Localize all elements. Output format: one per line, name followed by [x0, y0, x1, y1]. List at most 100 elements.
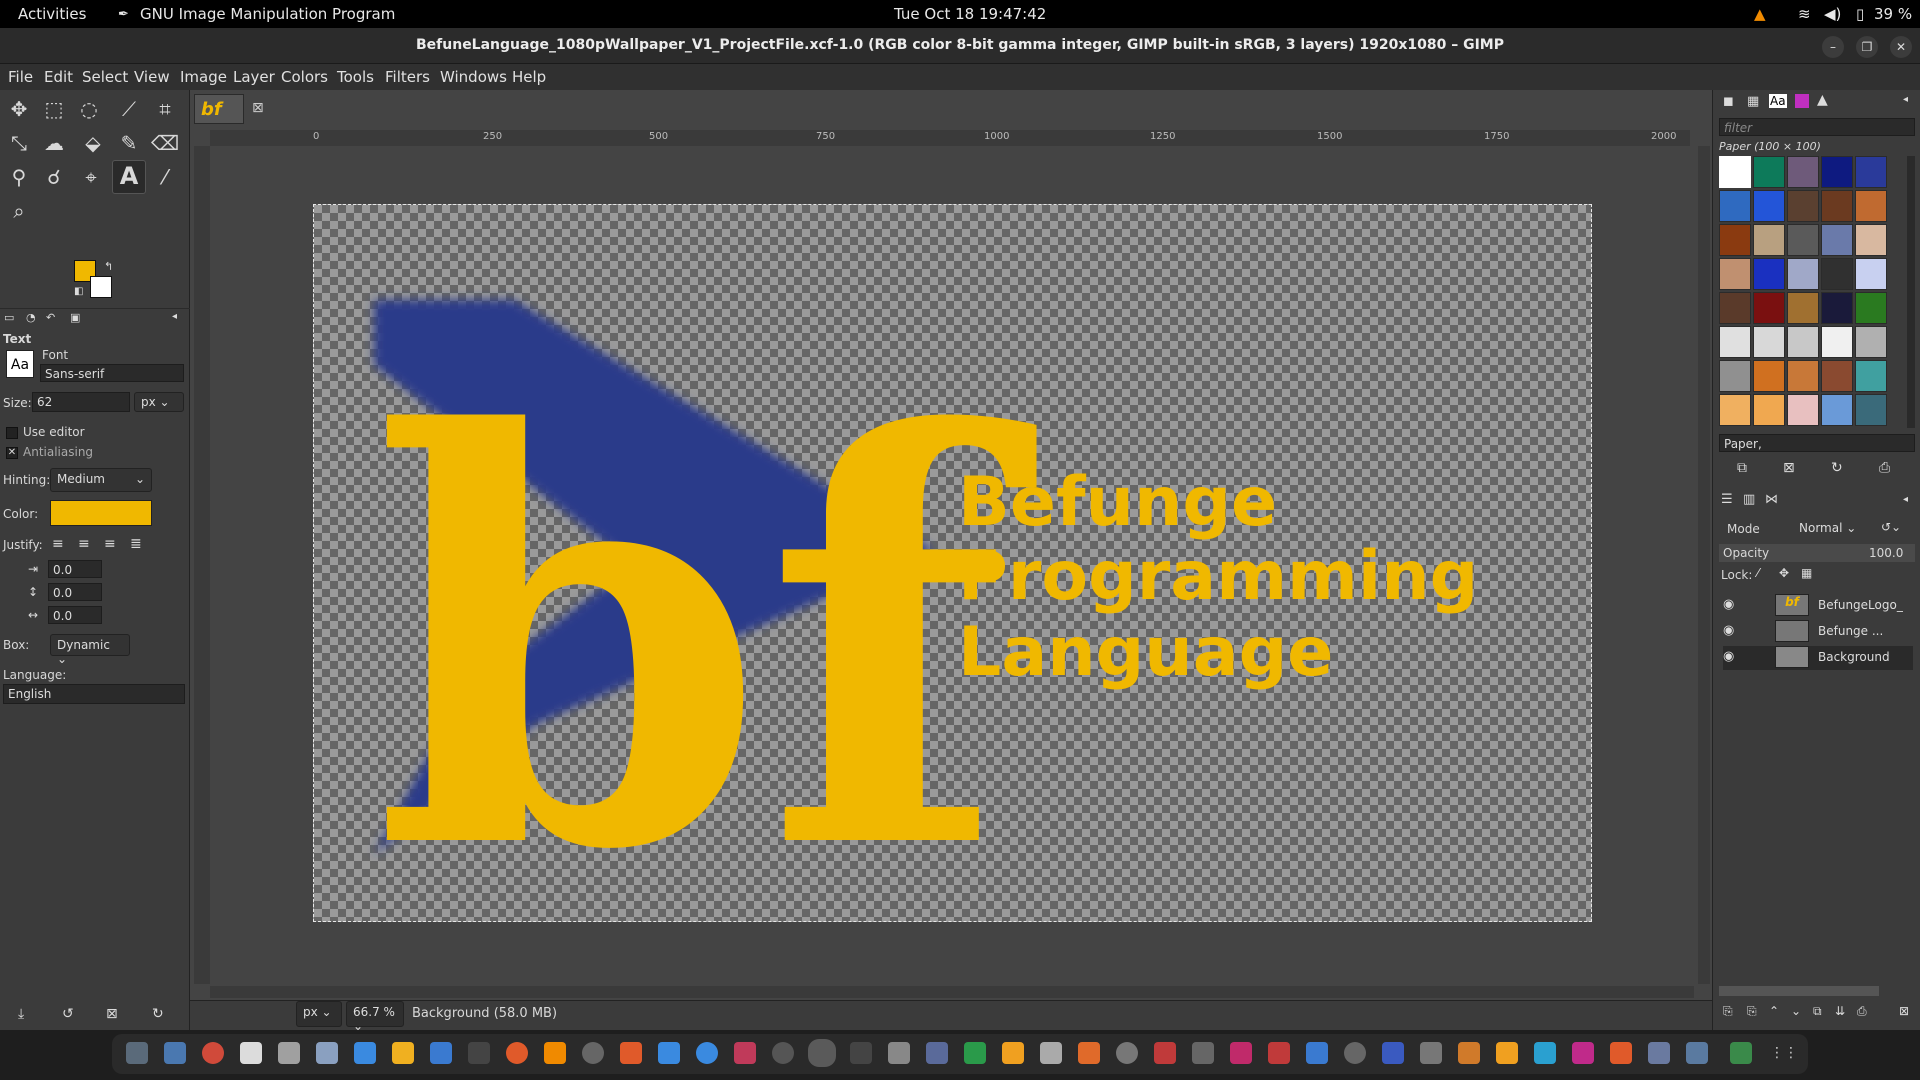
- battery-icon[interactable]: ▯: [1856, 5, 1864, 23]
- lock-position-icon[interactable]: ✥: [1779, 566, 1789, 580]
- drive-icon[interactable]: [1686, 1042, 1708, 1064]
- pattern-swatch[interactable]: [1787, 394, 1819, 426]
- new-layer-icon[interactable]: ⎘: [1723, 1004, 1733, 1019]
- vertical-scrollbar[interactable]: [1698, 146, 1710, 984]
- save-options-icon[interactable]: ⤓: [18, 1006, 24, 1022]
- delete-layer-icon[interactable]: ⊠: [1899, 1004, 1909, 1018]
- smudge-tool-icon[interactable]: ☌: [39, 162, 69, 192]
- lower-layer-icon[interactable]: ⌄: [1791, 1004, 1801, 1018]
- vlc-icon[interactable]: [544, 1042, 566, 1064]
- pattern-swatch[interactable]: [1855, 360, 1887, 392]
- impress-icon[interactable]: [1078, 1042, 1100, 1064]
- eye-icon[interactable]: ◉: [1723, 649, 1734, 664]
- pattern-swatch[interactable]: [1787, 224, 1819, 256]
- pattern-swatch[interactable]: [1821, 258, 1853, 290]
- justify-center-icon[interactable]: ≡: [104, 536, 116, 552]
- help-icon[interactable]: [696, 1042, 718, 1064]
- gimp-dock-icon[interactable]: [808, 1039, 836, 1067]
- pattern-swatch[interactable]: [1821, 394, 1853, 426]
- layer-mask-icon[interactable]: ⎙: [1857, 1004, 1867, 1019]
- layer-row[interactable]: ◉ bf BefungeLogo_: [1723, 594, 1913, 618]
- warning-icon[interactable]: ▲: [1754, 5, 1766, 23]
- notes-icon[interactable]: [240, 1042, 262, 1064]
- restore-options-icon[interactable]: ↺: [62, 1006, 74, 1022]
- box-select[interactable]: Dynamic ⌄: [50, 634, 130, 666]
- raise-layer-icon[interactable]: ⌃: [1769, 1004, 1779, 1018]
- open-pattern-icon[interactable]: ⎙: [1879, 460, 1890, 476]
- menu-help[interactable]: Help: [512, 68, 546, 86]
- eye-icon[interactable]: ◉: [1723, 597, 1734, 612]
- duplicate-pattern-icon[interactable]: ⧉: [1737, 460, 1747, 476]
- justify-left-icon[interactable]: ≡: [52, 536, 64, 552]
- layers-scrollbar[interactable]: [1719, 986, 1879, 996]
- lasso-tool-icon[interactable]: ◌: [74, 94, 104, 124]
- pattern-swatch[interactable]: [1787, 326, 1819, 358]
- reset-mode-icon[interactable]: ↺⌄: [1881, 520, 1901, 534]
- inkscape-icon[interactable]: [850, 1042, 872, 1064]
- pattern-swatch[interactable]: [1753, 190, 1785, 222]
- horizontal-ruler[interactable]: 0 250 500 750 1000 1250 1500 1750 2000: [210, 130, 1690, 146]
- page-icon[interactable]: [1040, 1042, 1062, 1064]
- paths-tab-icon[interactable]: ⋈: [1765, 492, 1778, 507]
- pattern-swatch[interactable]: [1719, 394, 1751, 426]
- channels-tab-icon[interactable]: ▥: [1743, 492, 1755, 507]
- pattern-swatch[interactable]: [1719, 156, 1751, 188]
- writer-icon[interactable]: [354, 1042, 376, 1064]
- configure-tab-icon[interactable]: ◂: [1903, 494, 1908, 505]
- folder-icon[interactable]: [1002, 1042, 1024, 1064]
- pattern-scrollbar[interactable]: [1907, 156, 1915, 428]
- warp-tool-icon[interactable]: ☁: [39, 128, 69, 158]
- swap-colors-icon[interactable]: ↰: [104, 260, 113, 273]
- configure-tab-icon[interactable]: ◂: [172, 311, 177, 322]
- volume-icon[interactable]: ◀): [1824, 5, 1841, 23]
- paintbrush-tool-icon[interactable]: ✎: [114, 128, 144, 158]
- eraser-tool-icon[interactable]: ⌫: [150, 128, 180, 158]
- maximize-button[interactable]: ❐: [1856, 36, 1878, 58]
- language-input[interactable]: English: [3, 684, 185, 704]
- tool-options-tab-icon[interactable]: ▭: [4, 311, 14, 324]
- pattern-swatch[interactable]: [1787, 156, 1819, 188]
- delete-pattern-icon[interactable]: ⊠: [1783, 460, 1795, 476]
- text-color-button[interactable]: [50, 500, 152, 526]
- pattern-swatch[interactable]: [1753, 224, 1785, 256]
- pattern-swatch[interactable]: [1855, 326, 1887, 358]
- bucket-fill-tool-icon[interactable]: ⬙: [78, 128, 108, 158]
- menu-view[interactable]: View: [134, 68, 170, 86]
- steam-icon[interactable]: [1344, 1042, 1366, 1064]
- justify-right-icon[interactable]: ≡: [78, 536, 90, 552]
- tweak-icon[interactable]: [1648, 1042, 1670, 1064]
- configure-tab-icon[interactable]: ◂: [1903, 94, 1908, 105]
- menu-edit[interactable]: Edit: [44, 68, 73, 86]
- vertical-ruler[interactable]: [194, 146, 210, 984]
- pattern-swatch[interactable]: [1787, 258, 1819, 290]
- pattern-swatch[interactable]: [1753, 292, 1785, 324]
- default-colors-icon[interactable]: ◧: [74, 286, 83, 297]
- refresh-patterns-icon[interactable]: ↻: [1831, 460, 1843, 476]
- layer-row-selected[interactable]: ◉ Background: [1723, 646, 1913, 670]
- mode-select[interactable]: Normal ⌄: [1793, 518, 1869, 540]
- minimize-button[interactable]: –: [1822, 36, 1844, 58]
- game-icon[interactable]: [1458, 1042, 1480, 1064]
- pattern-swatch[interactable]: [1787, 360, 1819, 392]
- image-canvas[interactable]: bf Befunge Programming Language: [313, 204, 1592, 923]
- pattern-swatch[interactable]: [1719, 224, 1751, 256]
- images-tab-icon[interactable]: ▣: [70, 311, 80, 324]
- brushes-tab-icon[interactable]: ◼: [1723, 94, 1734, 109]
- zoom-tool-icon[interactable]: ⌕: [4, 196, 34, 226]
- justify-fill-icon[interactable]: ≣: [130, 536, 142, 552]
- chat-icon[interactable]: [1496, 1042, 1518, 1064]
- move-tool-icon[interactable]: ✥: [4, 94, 34, 124]
- new-layer-group-icon[interactable]: ⎘: [1747, 1004, 1757, 1019]
- pattern-filter-input[interactable]: filter: [1719, 118, 1915, 136]
- app-menu[interactable]: GNU Image Manipulation Program: [140, 5, 395, 23]
- menu-select[interactable]: Select: [82, 68, 128, 86]
- rect-select-tool-icon[interactable]: ⬚: [39, 94, 69, 124]
- use-editor-checkbox[interactable]: [6, 427, 18, 439]
- pattern-swatch[interactable]: [1855, 258, 1887, 290]
- pattern-swatch[interactable]: [1855, 224, 1887, 256]
- duplicate-layer-icon[interactable]: ⧉: [1813, 1004, 1822, 1019]
- paint-dynamics-tab-icon[interactable]: ▲: [1817, 92, 1828, 108]
- browser-icon[interactable]: [1610, 1042, 1632, 1064]
- menu-windows[interactable]: Windows: [440, 68, 507, 86]
- pattern-swatch[interactable]: [1855, 394, 1887, 426]
